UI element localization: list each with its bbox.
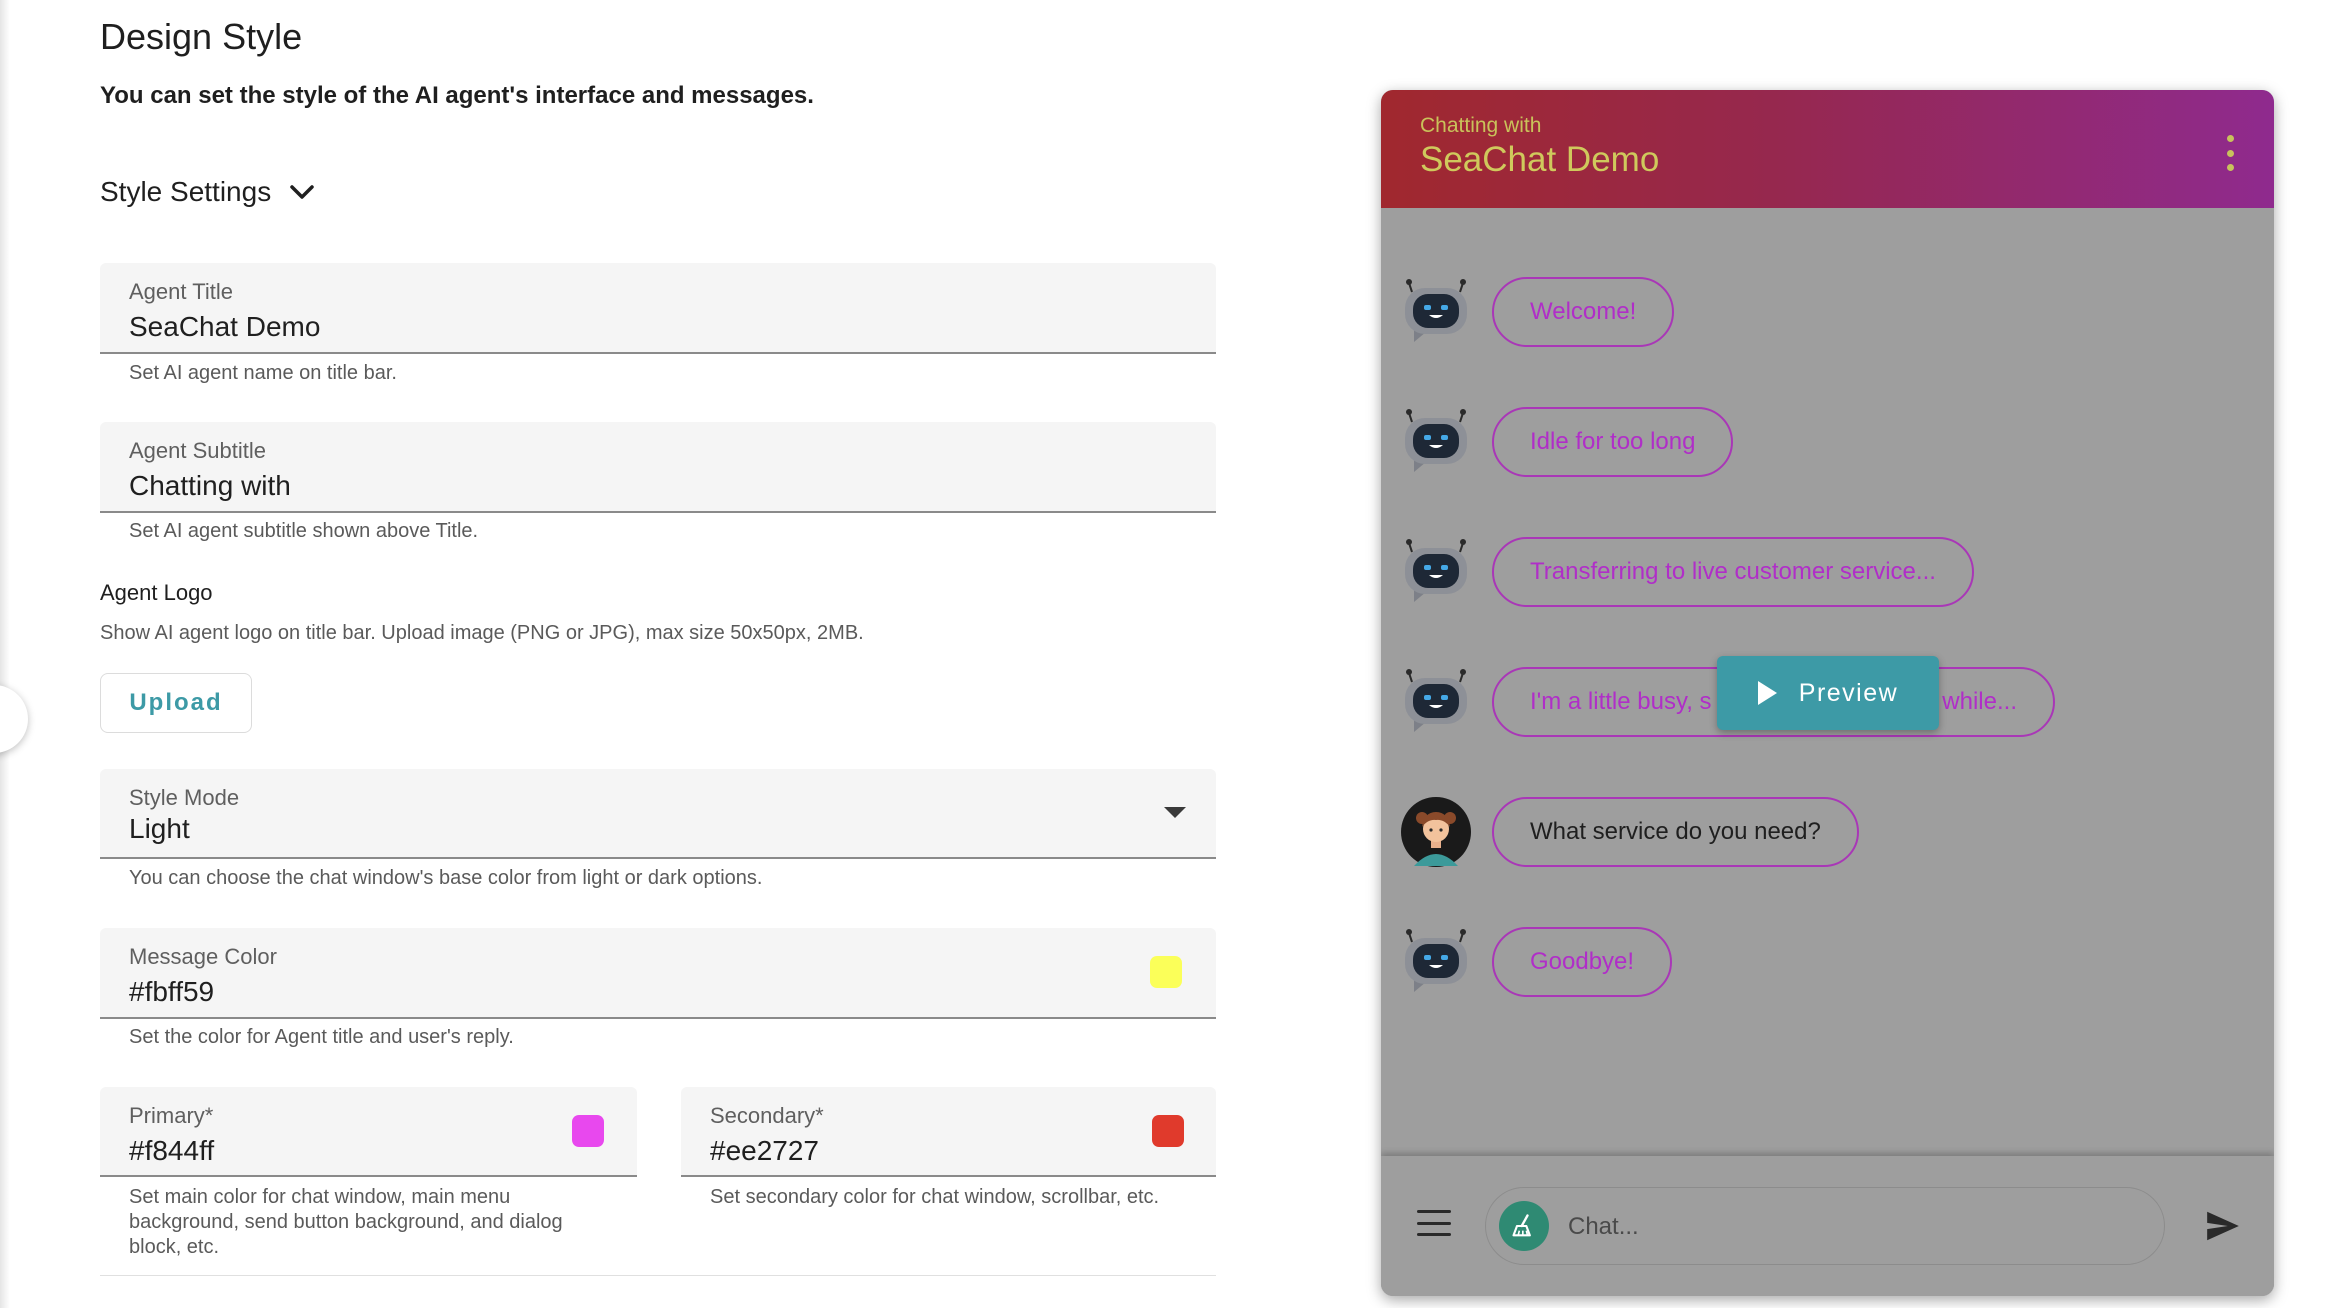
- chat-bubble: Welcome!: [1492, 277, 1675, 347]
- chat-header-subtitle: Chatting with: [1420, 114, 1542, 137]
- chat-input-placeholder: Chat...: [1568, 1213, 1639, 1240]
- agent-title-value[interactable]: SeaChat Demo: [129, 311, 320, 343]
- chat-bubble: Goodbye!: [1492, 927, 1673, 997]
- message-color-field[interactable]: Message Color #fbff59: [100, 928, 1216, 1019]
- chat-input-bar: Chat...: [1381, 1156, 2274, 1296]
- agent-logo-label: Agent Logo: [100, 580, 213, 605]
- primary-color-field[interactable]: Primary* #f844ff: [100, 1087, 637, 1177]
- secondary-color-field[interactable]: Secondary* #ee2727: [681, 1087, 1216, 1177]
- message-color-label: Message Color: [129, 944, 277, 969]
- bot-avatar-icon: [1405, 409, 1467, 472]
- bot-avatar-icon: [1405, 669, 1467, 732]
- secondary-color-label: Secondary*: [710, 1103, 824, 1128]
- secondary-color-swatch[interactable]: [1152, 1115, 1184, 1147]
- chat-preview-window: Chatting with SeaChat Demo Welcome! Idle…: [1381, 90, 2274, 1296]
- primary-color-value[interactable]: #f844ff: [129, 1135, 214, 1167]
- user-avatar-icon: [1401, 797, 1471, 867]
- upload-button[interactable]: Upload: [100, 673, 252, 733]
- side-panel-handle[interactable]: [0, 685, 28, 753]
- bot-avatar-icon: [1405, 929, 1467, 992]
- chat-bubble: Idle for too long: [1492, 407, 1734, 477]
- agent-title-field[interactable]: Agent Title SeaChat Demo: [100, 263, 1216, 354]
- style-mode-select[interactable]: Style Mode Light: [100, 769, 1216, 859]
- chat-bubble: What service do you need?: [1492, 797, 1859, 867]
- chat-bubble-text: I'm a little busy, s: [1530, 688, 1712, 715]
- chat-bubble-text-tail: while...: [1942, 688, 2017, 715]
- agent-subtitle-hint: Set AI agent subtitle shown above Title.: [129, 520, 479, 542]
- chat-message-row: Idle for too long: [1400, 406, 1734, 478]
- design-style-page: Design Style You can set the style of th…: [0, 0, 2342, 1308]
- broom-icon[interactable]: [1499, 1201, 1549, 1251]
- message-color-value[interactable]: #fbff59: [129, 976, 214, 1008]
- secondary-color-hint: Set secondary color for chat window, scr…: [710, 1186, 1160, 1208]
- chat-header: Chatting with SeaChat Demo: [1381, 90, 2274, 208]
- bot-avatar-icon: [1405, 539, 1467, 602]
- send-icon[interactable]: [2203, 1207, 2243, 1245]
- more-options-icon[interactable]: [2226, 135, 2234, 171]
- play-icon: [1757, 681, 1777, 705]
- divider: [100, 1275, 1216, 1276]
- style-mode-hint: You can choose the chat window's base co…: [129, 867, 763, 889]
- primary-color-label: Primary*: [129, 1103, 214, 1128]
- preview-button[interactable]: Preview: [1717, 656, 1939, 730]
- agent-logo-hint: Show AI agent logo on title bar. Upload …: [100, 622, 864, 644]
- chat-header-title: SeaChat Demo: [1420, 140, 1660, 179]
- menu-icon[interactable]: [1417, 1210, 1451, 1236]
- preview-button-label: Preview: [1798, 678, 1899, 707]
- primary-color-hint: Set main color for chat window, main men…: [129, 1186, 563, 1258]
- dropdown-arrow-icon[interactable]: [1164, 807, 1186, 818]
- agent-subtitle-value[interactable]: Chatting with: [129, 470, 291, 502]
- message-color-swatch[interactable]: [1150, 956, 1182, 988]
- style-mode-label: Style Mode: [129, 785, 240, 810]
- chat-message-row: Welcome!: [1400, 276, 1675, 348]
- agent-title-hint: Set AI agent name on title bar.: [129, 362, 397, 384]
- side-panel-shadow: [0, 0, 10, 1308]
- agent-subtitle-field[interactable]: Agent Subtitle Chatting with: [100, 422, 1216, 513]
- style-settings-label: Style Settings: [100, 176, 272, 207]
- page-title: Design Style: [100, 16, 303, 57]
- chat-message-row: Transferring to live customer service...: [1400, 536, 1974, 608]
- bot-avatar-icon: [1405, 279, 1467, 342]
- chat-bubble: Transferring to live customer service...: [1492, 537, 1974, 607]
- message-color-hint: Set the color for Agent title and user's…: [129, 1026, 514, 1048]
- secondary-color-value[interactable]: #ee2727: [710, 1135, 819, 1167]
- agent-subtitle-label: Agent Subtitle: [129, 438, 266, 463]
- chat-message-row: Goodbye!: [1400, 926, 1673, 998]
- chat-message-row: What service do you need?: [1400, 796, 1859, 868]
- agent-title-label: Agent Title: [129, 279, 233, 304]
- chevron-down-icon: [290, 185, 314, 199]
- page-description: You can set the style of the AI agent's …: [100, 82, 814, 109]
- chat-input[interactable]: Chat...: [1485, 1187, 2165, 1265]
- primary-color-swatch[interactable]: [572, 1115, 604, 1147]
- style-settings-toggle[interactable]: Style Settings: [100, 176, 317, 208]
- style-mode-value: Light: [129, 813, 190, 844]
